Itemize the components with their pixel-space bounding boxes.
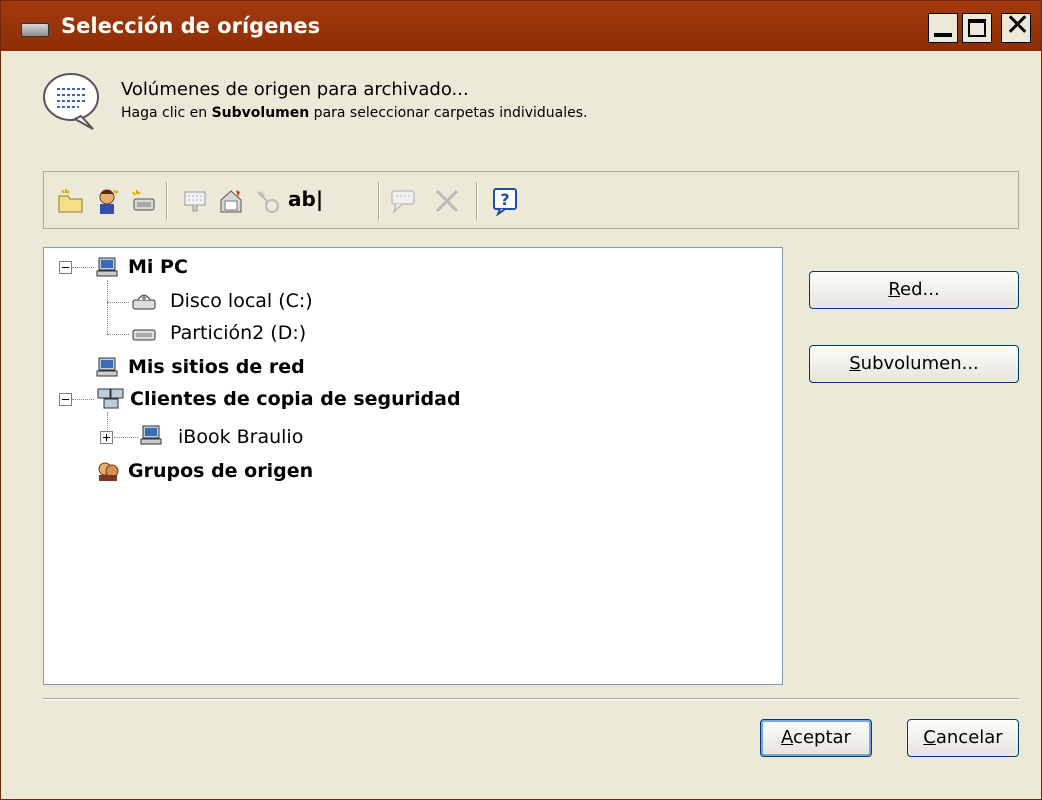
help-icon[interactable]: ? [490,186,520,216]
network-computer-icon [96,357,118,377]
accept-button[interactable]: Aceptar [760,719,872,757]
tree-node-network-places[interactable]: Mis sitios de red [128,356,305,378]
toolbar-separator [378,182,380,220]
intro-hint-pre: Haga clic en [121,105,212,121]
properties-icon[interactable] [216,186,246,216]
subvolume-button[interactable]: Subvolumen... [809,345,1019,383]
tree-connector [107,302,129,303]
tree-connector [72,267,94,268]
tree-connector [114,437,138,438]
new-group-icon[interactable] [128,186,158,216]
accept-button-label: ceptar [793,727,851,748]
network-button[interactable]: Red... [809,271,1019,309]
local-disk-icon [132,294,156,310]
tree-node-disk-c[interactable]: Disco local (C:) [170,290,313,312]
subvolume-button-mnemonic: S [849,353,861,374]
new-folder-icon[interactable] [56,186,86,216]
tree-node-my-pc[interactable]: Mi PC [128,256,188,278]
tree-node-source-groups[interactable]: Grupos de origen [128,460,313,482]
intro-hint-bold: Subvolumen [211,105,310,121]
divider [43,698,1019,700]
comment-icon[interactable] [388,186,418,216]
cancel-button-mnemonic: C [923,727,936,748]
intro-heading: Volúmenes de origen para archivado... [121,79,469,100]
network-button-label: ed... [900,279,940,300]
tree-connector [72,399,94,400]
source-tree[interactable]: Mi PC Disco local (C:) Partición2 (D:) M… [43,247,783,685]
toolbar-separator [166,182,168,220]
new-client-icon[interactable] [92,186,122,216]
tree-node-disk-d[interactable]: Partición2 (D:) [170,322,306,344]
window-title: Selección de orígenes [61,14,321,38]
tree-node-backup-clients[interactable]: Clientes de copia de seguridad [130,388,461,410]
rename-icon[interactable]: ab| [288,184,328,214]
svg-text:?: ? [500,190,509,209]
exclude-icon[interactable] [180,186,210,216]
drive-icon [21,23,49,37]
collapse-toggle[interactable] [59,393,72,406]
dialog-window: Selección de orígenes ✕ Volúmenes de ori… [0,0,1042,800]
computer-icon [96,257,118,277]
delete-icon[interactable] [432,186,462,216]
backup-clients-icon [97,388,124,409]
subvolume-button-label: ubvolumen... [860,353,979,374]
intro-hint-post: para seleccionar carpetas individuales. [309,105,588,121]
maximize-icon [968,19,986,37]
network-button-mnemonic: R [888,279,901,300]
hard-drive-icon [132,329,156,341]
cancel-button[interactable]: Cancelar [907,719,1019,757]
minimize-button[interactable] [928,13,958,43]
minimize-icon [934,33,952,37]
tree-connector [107,334,129,335]
source-groups-icon [98,462,119,481]
client-computer-icon [140,425,162,445]
tree-node-client-ibook[interactable]: iBook Braulio [178,426,303,448]
toolbar-separator [476,182,478,220]
title-bar[interactable]: Selección de orígenes ✕ [1,1,1041,51]
key-icon[interactable] [252,186,282,216]
collapse-toggle[interactable] [59,261,72,274]
close-button[interactable]: ✕ [1001,8,1031,43]
close-icon: ✕ [1005,8,1031,43]
accept-button-mnemonic: A [781,727,794,748]
toolbar: ab| ? [43,171,1019,229]
intro-hint: Haga clic en Subvolumen para seleccionar… [121,105,588,121]
speech-bubble-icon [43,73,99,130]
tree-connector [107,280,108,334]
maximize-button[interactable] [962,13,992,43]
cancel-button-label: ancelar [935,727,1003,748]
expand-toggle[interactable] [100,431,113,444]
